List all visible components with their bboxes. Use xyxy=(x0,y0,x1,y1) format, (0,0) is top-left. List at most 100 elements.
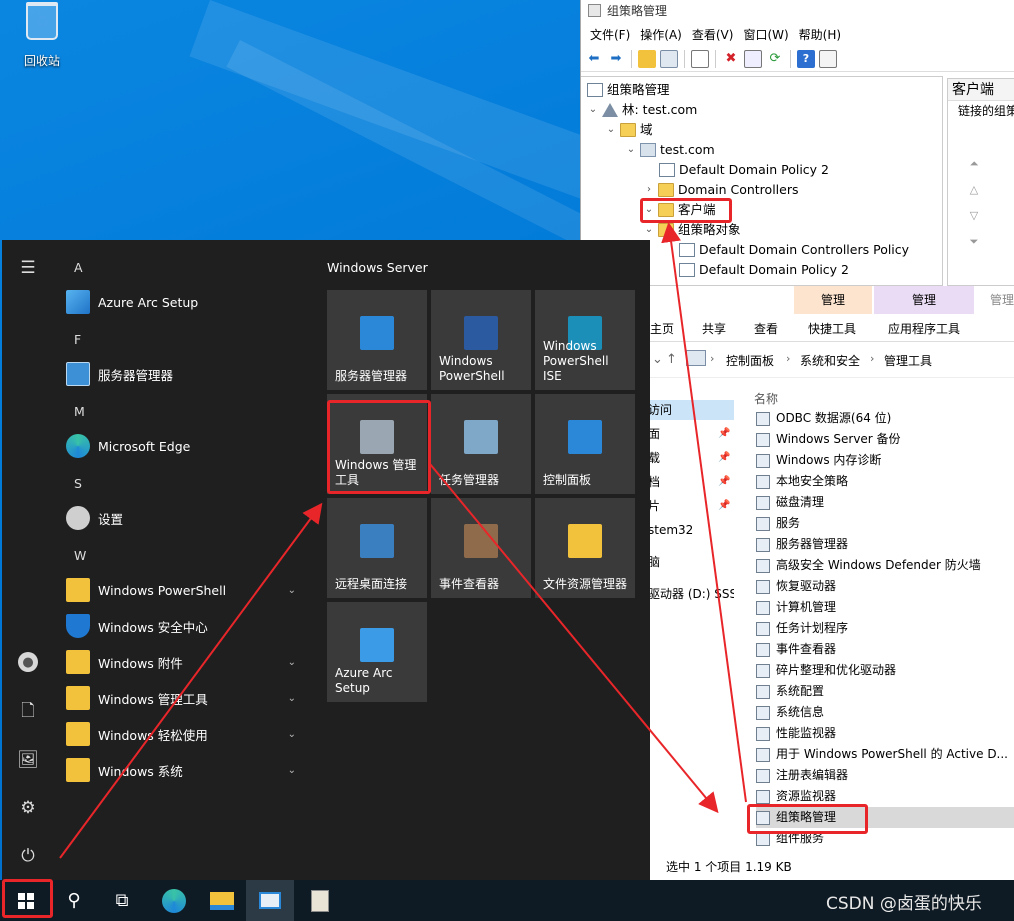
expand-chevron-icon[interactable]: ⌄ xyxy=(288,729,296,740)
pin-icon[interactable]: 📌 xyxy=(718,428,730,439)
menu-window[interactable]: 窗口(W) xyxy=(738,26,793,43)
view-icon[interactable] xyxy=(819,49,837,68)
nav-item[interactable]: 访问 xyxy=(648,400,734,420)
expand-chevron-icon[interactable]: ⌄ xyxy=(288,693,296,704)
tile-control-panel[interactable]: 控制面板 xyxy=(535,394,635,494)
hamburger-menu-icon[interactable]: ☰ xyxy=(16,256,40,280)
file-item[interactable]: 服务器管理器 xyxy=(756,534,1014,555)
tile-remote-desktop[interactable]: 远程桌面连接 xyxy=(327,498,427,598)
tab-home[interactable]: 主页 xyxy=(650,320,674,337)
collapse-chevron-icon[interactable]: ⌄ xyxy=(643,220,655,240)
breadcrumb-system-security[interactable]: 系统和安全 xyxy=(800,352,860,369)
settings-gear-icon[interactable]: ⚙ xyxy=(16,796,40,820)
tree-node-domain[interactable]: ⌄ test.com xyxy=(625,140,715,160)
move-top-icon[interactable]: ⏶ xyxy=(966,157,982,171)
file-item[interactable]: 任务计划程序 xyxy=(756,618,1014,639)
tab-linked-gpos[interactable]: 链接的组策 xyxy=(948,101,1014,121)
context-tab-manage-shortcut[interactable]: 管理 xyxy=(794,286,872,314)
section-letter[interactable]: M xyxy=(74,404,85,419)
pin-icon[interactable]: 📌 xyxy=(718,500,730,511)
user-avatar-icon[interactable]: ● xyxy=(18,652,38,672)
start-app-item[interactable]: Windows PowerShell ⌄ xyxy=(66,572,306,608)
section-letter[interactable]: S xyxy=(74,476,82,491)
start-app-item[interactable]: Windows 安全中心 xyxy=(66,608,306,644)
up-arrow-icon[interactable]: ↑ xyxy=(666,352,677,367)
menu-file[interactable]: 文件(F) xyxy=(585,26,635,43)
expand-chevron-icon[interactable]: ⌄ xyxy=(288,585,296,596)
tile-file-explorer[interactable]: 文件资源管理器 xyxy=(535,498,635,598)
move-up-icon[interactable]: △ xyxy=(966,183,982,196)
move-down-icon[interactable]: ▽ xyxy=(966,209,982,222)
file-item[interactable]: Windows Server 备份 xyxy=(756,429,1014,450)
power-icon[interactable]: ⏻ xyxy=(16,844,40,868)
nav-item[interactable]: stem32 xyxy=(648,520,693,540)
notepad-icon[interactable] xyxy=(296,880,344,921)
file-item[interactable]: 性能监视器 xyxy=(756,723,1014,744)
address-bar[interactable]: ⌄ ↑ › 控制面板 › 系统和安全 › 管理工具 xyxy=(648,342,1014,378)
collapse-chevron-icon[interactable]: ⌄ xyxy=(625,140,637,160)
file-item[interactable]: 注册表编辑器 xyxy=(756,765,1014,786)
edge-icon[interactable] xyxy=(150,880,198,921)
start-app-item[interactable]: Azure Arc Setup xyxy=(66,284,306,320)
help-icon[interactable]: ? xyxy=(797,49,815,68)
menu-action[interactable]: 操作(A) xyxy=(635,26,687,43)
section-letter[interactable]: F xyxy=(74,332,81,347)
tree-node-gpo[interactable]: Default Domain Policy 2 xyxy=(679,260,849,280)
file-item[interactable]: 系统配置 xyxy=(756,681,1014,702)
breadcrumb-admin-tools[interactable]: 管理工具 xyxy=(884,352,932,369)
tree-node-gpo[interactable]: Default Domain Controllers Policy xyxy=(679,240,909,260)
expand-chevron-icon[interactable]: › xyxy=(643,180,655,200)
tree-node-domains[interactable]: ⌄ 域 xyxy=(605,120,653,140)
file-item[interactable]: 计算机管理 xyxy=(756,597,1014,618)
pin-icon[interactable]: 📌 xyxy=(718,452,730,463)
up-folder-icon[interactable] xyxy=(638,49,656,68)
file-item[interactable]: 事件查看器 xyxy=(756,639,1014,660)
forward-arrow-icon[interactable]: ➡ xyxy=(607,50,625,68)
tile-task-manager[interactable]: 任务管理器 xyxy=(431,394,531,494)
file-item[interactable]: 服务 xyxy=(756,513,1014,534)
recycle-bin-shortcut[interactable]: 回收站 xyxy=(14,2,70,74)
start-app-item[interactable]: Windows 轻松使用 ⌄ xyxy=(66,716,306,752)
file-item[interactable]: 用于 Windows PowerShell 的 Active D... xyxy=(756,744,1014,765)
task-view-icon[interactable]: ⧉ xyxy=(98,880,146,921)
tab-view[interactable]: 查看 xyxy=(754,320,778,337)
tile-server-manager[interactable]: 服务器管理器 xyxy=(327,290,427,390)
start-app-item[interactable]: Windows 管理工具 ⌄ xyxy=(66,680,306,716)
file-item[interactable]: 系统信息 xyxy=(756,702,1014,723)
tile-azure-arc[interactable]: Azure Arc Setup xyxy=(327,602,427,702)
refresh-icon[interactable]: ⟳ xyxy=(766,50,784,68)
properties-icon[interactable] xyxy=(744,49,762,68)
tab-application-tools[interactable]: 应用程序工具 xyxy=(888,320,960,337)
tree-node-root[interactable]: 组策略管理 xyxy=(587,80,670,100)
tile-powershell-ise[interactable]: Windows PowerShell ISE xyxy=(535,290,635,390)
tree-node-gpo-link[interactable]: Default Domain Policy 2 xyxy=(659,160,829,180)
copy-icon[interactable] xyxy=(691,49,709,68)
start-app-item[interactable]: Windows 系统 ⌄ xyxy=(66,752,306,788)
show-tree-icon[interactable] xyxy=(660,49,678,68)
documents-icon[interactable]: 🗋 xyxy=(16,700,40,724)
column-header-name[interactable]: 名称 xyxy=(754,390,778,407)
menu-view[interactable]: 查看(V) xyxy=(687,26,739,43)
expand-chevron-icon[interactable]: ⌄ xyxy=(288,765,296,776)
context-tab-manage-app[interactable]: 管理 xyxy=(874,286,974,314)
file-item[interactable]: Windows 内存诊断 xyxy=(756,450,1014,471)
move-bottom-icon[interactable]: ⏷ xyxy=(966,235,982,249)
section-letter[interactable]: A xyxy=(74,260,83,275)
file-item[interactable]: 碎片整理和优化驱动器 xyxy=(756,660,1014,681)
context-tab-manage[interactable]: 管理 xyxy=(982,286,1014,314)
tree-node-gpo-container[interactable]: ⌄ 组策略对象 xyxy=(643,220,741,240)
control-panel-icon[interactable] xyxy=(246,880,294,921)
start-app-item[interactable]: 设置 xyxy=(66,500,306,536)
tile-powershell[interactable]: Windows PowerShell xyxy=(431,290,531,390)
file-item[interactable]: ODBC 数据源(64 位) xyxy=(756,408,1014,429)
file-item[interactable]: 高级安全 Windows Defender 防火墙 xyxy=(756,555,1014,576)
pin-icon[interactable]: 📌 xyxy=(718,476,730,487)
file-item[interactable]: 磁盘清理 xyxy=(756,492,1014,513)
start-app-item[interactable]: 服务器管理器 xyxy=(66,356,306,392)
tree-node-domain-controllers[interactable]: › Domain Controllers xyxy=(643,180,798,200)
back-arrow-icon[interactable]: ⬅ xyxy=(585,50,603,68)
tile-event-viewer[interactable]: 事件查看器 xyxy=(431,498,531,598)
start-app-item[interactable]: Microsoft Edge xyxy=(66,428,306,464)
nav-item[interactable]: 驱动器 (D:) SSS xyxy=(648,584,734,604)
recent-chevron-icon[interactable]: ⌄ xyxy=(652,352,663,367)
